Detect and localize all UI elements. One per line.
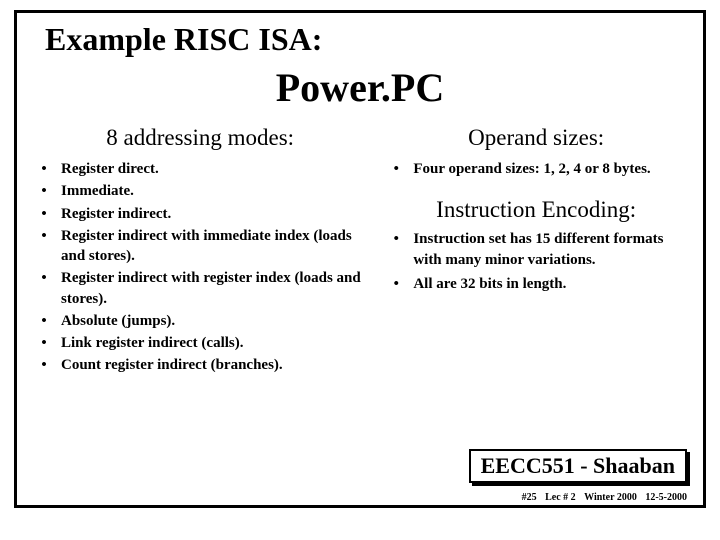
bullet-icon: • xyxy=(27,204,61,224)
footer-term: Winter 2000 xyxy=(584,492,637,503)
bullet-icon: • xyxy=(379,229,413,270)
list-text: Four operand sizes: 1, 2, 4 or 8 bytes. xyxy=(413,159,683,179)
bullet-icon: • xyxy=(27,159,61,179)
instruction-encoding-list: •Instruction set has 15 different format… xyxy=(379,229,693,294)
list-text: Count register indirect (branches). xyxy=(61,355,363,375)
list-item: •Register direct. xyxy=(27,159,373,179)
bullet-icon: • xyxy=(379,159,413,179)
list-item: •Register indirect. xyxy=(27,204,373,224)
bullet-icon: • xyxy=(27,268,61,309)
bullet-icon: • xyxy=(27,355,61,375)
content-columns: 8 addressing modes: •Register direct. •I… xyxy=(17,125,703,378)
list-text: Absolute (jumps). xyxy=(61,311,363,331)
slide-title: Example RISC ISA: xyxy=(17,13,703,58)
list-text: All are 32 bits in length. xyxy=(413,274,683,294)
list-item: •Instruction set has 15 different format… xyxy=(379,229,693,270)
left-column: 8 addressing modes: •Register direct. •I… xyxy=(27,125,373,378)
list-item: •Immediate. xyxy=(27,181,373,201)
list-item: •Four operand sizes: 1, 2, 4 or 8 bytes. xyxy=(379,159,693,179)
slide-subtitle: Power.PC xyxy=(17,64,703,111)
instruction-encoding-heading: Instruction Encoding: xyxy=(379,197,693,223)
footer-lecture: Lec # 2 xyxy=(545,492,576,503)
list-item: •Link register indirect (calls). xyxy=(27,333,373,353)
operand-sizes-heading: Operand sizes: xyxy=(379,125,693,151)
slide-frame: Example RISC ISA: Power.PC 8 addressing … xyxy=(14,10,706,508)
list-item: •Register indirect with register index (… xyxy=(27,268,373,309)
bullet-icon: • xyxy=(27,181,61,201)
list-text: Immediate. xyxy=(61,181,363,201)
bullet-icon: • xyxy=(27,226,61,267)
course-box: EECC551 - Shaaban xyxy=(469,449,687,483)
right-column: Operand sizes: •Four operand sizes: 1, 2… xyxy=(373,125,693,378)
bullet-icon: • xyxy=(27,311,61,331)
list-text: Register indirect with register index (l… xyxy=(61,268,363,309)
list-text: Register indirect with immediate index (… xyxy=(61,226,363,267)
footer-date: 12-5-2000 xyxy=(645,492,687,503)
list-text: Instruction set has 15 different formats… xyxy=(413,229,683,270)
footer-slide-number: #25 xyxy=(522,492,537,503)
list-text: Register indirect. xyxy=(61,204,363,224)
addressing-modes-list: •Register direct. •Immediate. •Register … xyxy=(27,159,373,376)
slide-footer: #25 Lec # 2 Winter 2000 12-5-2000 xyxy=(516,492,687,503)
list-item: •Absolute (jumps). xyxy=(27,311,373,331)
bullet-icon: • xyxy=(27,333,61,353)
bullet-icon: • xyxy=(379,274,413,294)
operand-sizes-list: •Four operand sizes: 1, 2, 4 or 8 bytes. xyxy=(379,159,693,179)
list-text: Link register indirect (calls). xyxy=(61,333,363,353)
list-item: •Register indirect with immediate index … xyxy=(27,226,373,267)
list-text: Register direct. xyxy=(61,159,363,179)
list-item: •Count register indirect (branches). xyxy=(27,355,373,375)
list-item: •All are 32 bits in length. xyxy=(379,274,693,294)
addressing-modes-heading: 8 addressing modes: xyxy=(27,125,373,151)
